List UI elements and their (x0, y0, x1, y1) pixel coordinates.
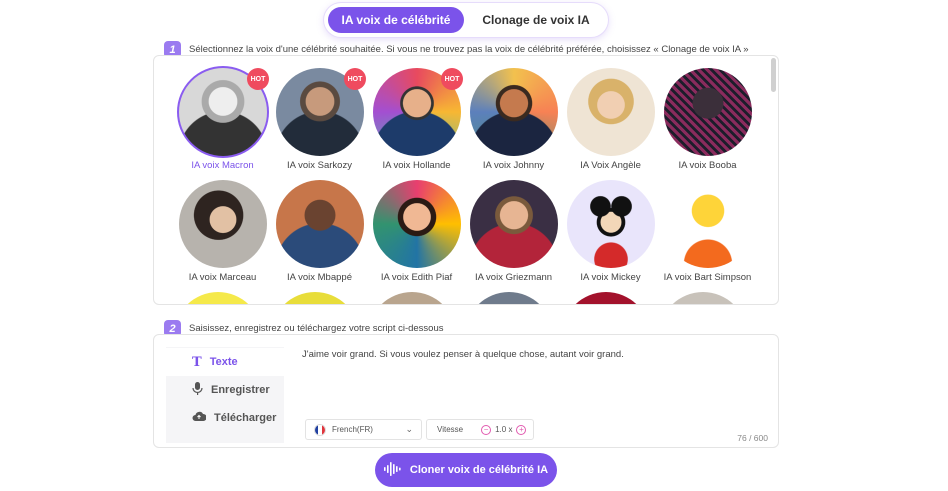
peek-avatar (659, 292, 747, 304)
voice-avatar (566, 68, 655, 156)
voice-avatar (372, 180, 461, 268)
voice-grid: HOT IA voix Macron HOT IA voix Sarkozy HOT IA… (174, 68, 756, 286)
voice-name: IA voix Johnny (482, 160, 545, 171)
voice-card[interactable]: HOT IA voix Sarkozy (271, 68, 368, 174)
voice-card[interactable]: IA voix Mbappé (271, 180, 368, 286)
voice-card[interactable]: IA voix Bart Simpson (659, 180, 756, 286)
mode-upload-label: Télécharger (214, 412, 277, 424)
speed-control: Vitesse − 1.0 x + (426, 419, 534, 440)
waveform-icon (383, 461, 402, 479)
speed-label: Vitesse (437, 425, 464, 434)
peek-avatar (562, 292, 650, 304)
script-panel: T Texte Enregistrer Télécharger J'aime v… (153, 334, 779, 448)
voice-card[interactable]: IA voix Mickey (562, 180, 659, 286)
mode-text-label: Texte (209, 356, 238, 368)
input-mode-menu: T Texte Enregistrer Télécharger (166, 347, 284, 443)
mode-record-label: Enregistrer (211, 384, 270, 396)
language-value: French(FR) (332, 425, 373, 434)
voice-card[interactable]: IA voix Griezmann (465, 180, 562, 286)
clone-voice-label: Cloner voix de célébrité IA (409, 464, 549, 476)
hot-badge: HOT (247, 68, 269, 90)
voice-avatar (566, 180, 655, 268)
mode-tabs: IA voix de célébrité Clonage de voix IA (324, 3, 608, 37)
mode-upload-option[interactable]: Télécharger (166, 404, 284, 432)
hot-badge: HOT (344, 68, 366, 90)
voice-name: IA voix Booba (678, 160, 737, 171)
voice-name: IA voix Mbappé (287, 272, 352, 283)
voice-card[interactable]: IA Voix Angèle (562, 68, 659, 174)
voice-avatar (469, 180, 558, 268)
voice-name: IA voix Macron (191, 160, 254, 171)
next-row-peek (174, 292, 747, 304)
speed-decrease-button[interactable]: − (481, 424, 492, 435)
voice-avatar (469, 68, 558, 156)
cloud-upload-icon (192, 411, 207, 425)
voice-name: IA voix Edith Piaf (380, 272, 453, 283)
gallery-scrollbar[interactable] (771, 58, 776, 92)
peek-avatar (174, 292, 262, 304)
peek-avatar (368, 292, 456, 304)
voice-card[interactable]: HOT IA voix Macron (174, 68, 271, 174)
chevron-down-icon: ⌄ (405, 424, 413, 434)
voice-card[interactable]: IA voix Edith Piaf (368, 180, 465, 286)
voice-card[interactable]: HOT IA voix Hollande (368, 68, 465, 174)
voice-avatar (663, 180, 752, 268)
mode-record-option[interactable]: Enregistrer (166, 376, 284, 404)
voice-card[interactable]: IA voix Booba (659, 68, 756, 174)
voice-gallery[interactable]: HOT IA voix Macron HOT IA voix Sarkozy HOT IA… (153, 55, 779, 305)
mode-text-option[interactable]: T Texte (166, 348, 284, 376)
script-textarea[interactable]: J'aime voir grand. Si vous voulez penser… (302, 349, 762, 360)
voice-avatar (275, 180, 364, 268)
voice-avatar (663, 68, 752, 156)
voice-name: IA Voix Angèle (580, 160, 641, 171)
peek-avatar (465, 292, 553, 304)
voice-name: IA voix Sarkozy (287, 160, 352, 171)
france-flag-icon (314, 423, 326, 436)
voice-avatar (178, 180, 267, 268)
speed-increase-button[interactable]: + (516, 424, 527, 435)
speed-value: 1.0 x (495, 425, 513, 434)
voice-card[interactable]: IA voix Johnny (465, 68, 562, 174)
step-2-instruction: Saisissez, enregistrez ou téléchargez vo… (189, 323, 444, 334)
language-select[interactable]: French(FR) ⌄ (305, 419, 422, 440)
peek-avatar (271, 292, 359, 304)
voice-name: IA voix Griezmann (474, 272, 553, 283)
clone-voice-button[interactable]: Cloner voix de célébrité IA (375, 453, 557, 487)
step-1-instruction: Sélectionnez la voix d'une célébrité sou… (189, 44, 749, 55)
voice-name: IA voix Bart Simpson (663, 272, 752, 283)
microphone-icon (192, 382, 203, 398)
voice-name: IA voix Hollande (382, 160, 451, 171)
tab-celebrity-voice[interactable]: IA voix de célébrité (328, 7, 464, 33)
voice-card[interactable]: IA voix Marceau (174, 180, 271, 286)
voice-name: IA voix Mickey (580, 272, 641, 283)
tab-voice-cloning[interactable]: Clonage de voix IA (468, 7, 604, 33)
text-icon: T (192, 354, 202, 370)
hot-badge: HOT (441, 68, 463, 90)
voice-name: IA voix Marceau (188, 272, 257, 283)
character-counter: 76 / 600 (737, 433, 768, 443)
